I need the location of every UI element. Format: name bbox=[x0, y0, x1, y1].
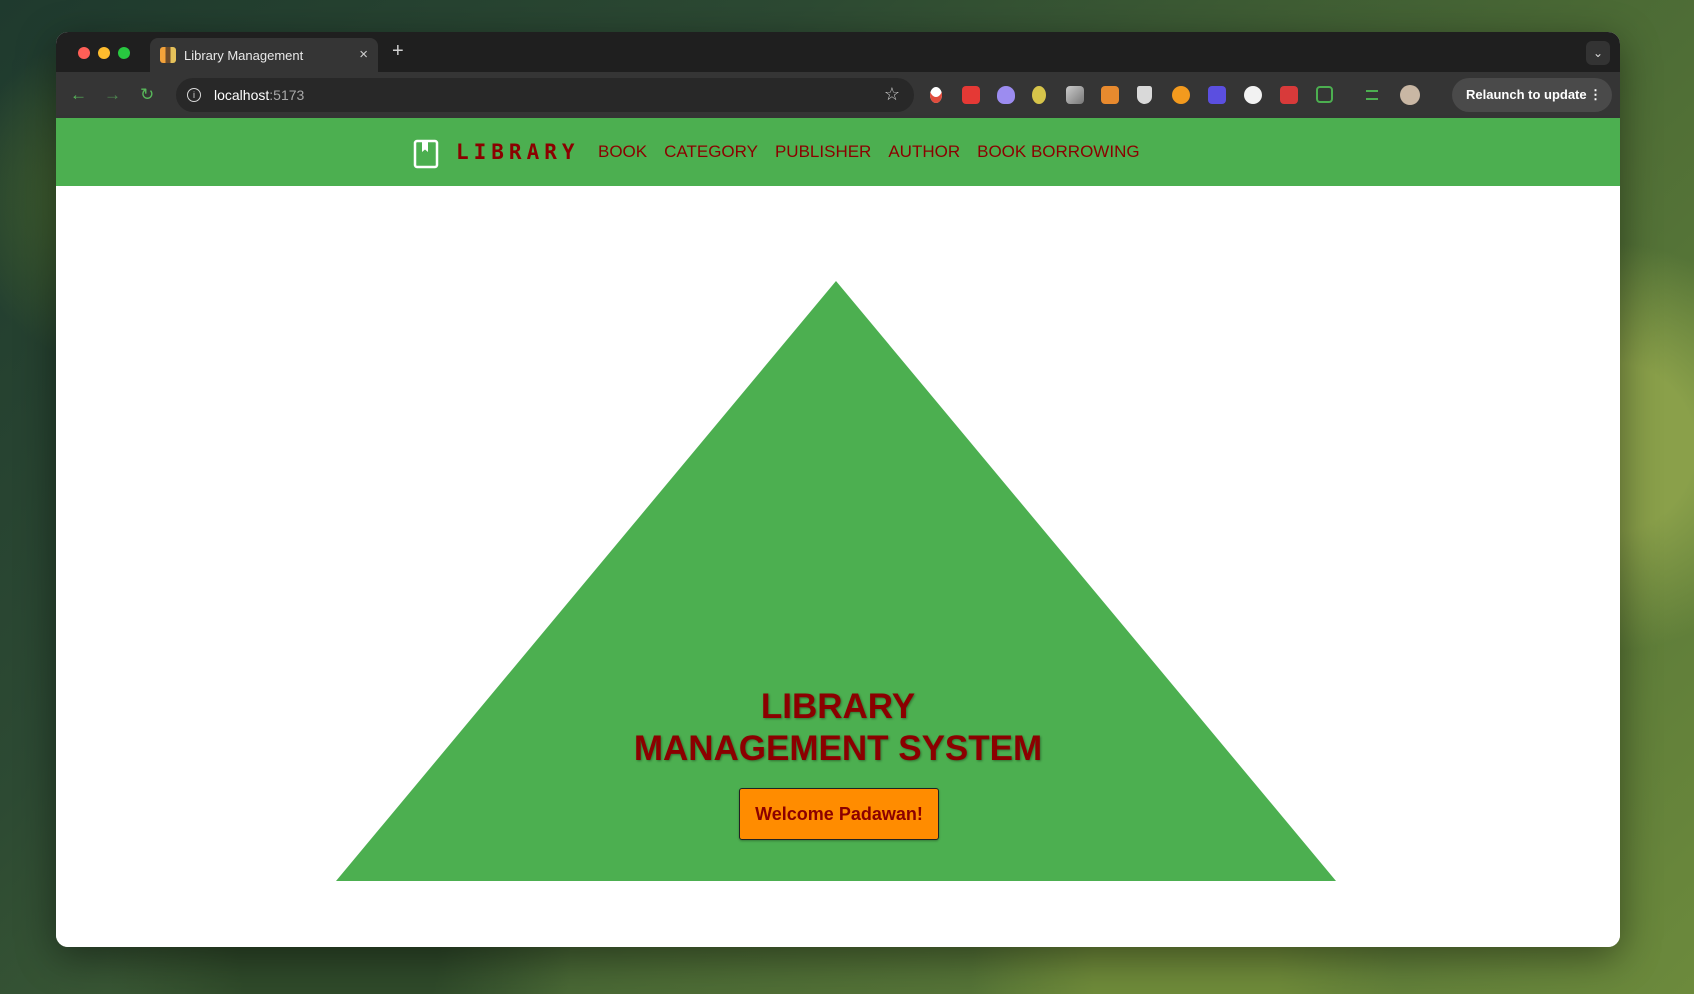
browser-toolbar: ← → ↻ i localhost:5173 ☆ Relaunch to upd… bbox=[56, 72, 1620, 118]
browser-window: Library Management × + ⌄ ← → ↻ i localho… bbox=[56, 32, 1620, 947]
app-navbar: LIBRARY BOOK CATEGORY PUBLISHER AUTHOR B… bbox=[56, 118, 1620, 186]
main-content: LIBRARY MANAGEMENT SYSTEM Welcome Padawa… bbox=[56, 186, 1620, 947]
browser-menu-icon[interactable]: ⋮ bbox=[1589, 78, 1602, 112]
nav-link-publisher[interactable]: PUBLISHER bbox=[775, 142, 871, 162]
extension-gray-icon[interactable] bbox=[1066, 86, 1084, 104]
address-port: :5173 bbox=[269, 87, 305, 103]
extension-orange-icon[interactable] bbox=[1172, 86, 1190, 104]
extension-purple-icon[interactable] bbox=[997, 86, 1015, 104]
logo-text[interactable]: LIBRARY bbox=[456, 140, 580, 164]
extension-red-icon[interactable] bbox=[962, 86, 980, 104]
extension-face-icon[interactable] bbox=[1244, 86, 1262, 104]
book-logo-icon[interactable] bbox=[413, 139, 439, 169]
reload-button[interactable]: ↻ bbox=[140, 85, 154, 105]
hero-title-line2: MANAGEMENT SYSTEM bbox=[633, 729, 1043, 768]
vpn-icon[interactable] bbox=[930, 87, 942, 103]
tab-close-icon[interactable]: × bbox=[359, 46, 368, 63]
metamask-icon[interactable] bbox=[1101, 86, 1119, 104]
tab-title: Library Management bbox=[184, 47, 304, 63]
hero-title: LIBRARY MANAGEMENT SYSTEM bbox=[56, 686, 1620, 770]
relaunch-button[interactable]: Relaunch to update ⋮ bbox=[1452, 78, 1612, 112]
shield-icon[interactable] bbox=[1137, 86, 1152, 104]
tab-search-button[interactable]: ⌄ bbox=[1586, 41, 1610, 65]
address-url[interactable]: localhost:5173 bbox=[214, 87, 304, 103]
puzzle-icon[interactable] bbox=[1316, 86, 1333, 103]
nav-link-category[interactable]: CATEGORY bbox=[664, 142, 758, 162]
new-tab-button[interactable]: + bbox=[392, 40, 404, 63]
address-bar[interactable]: i localhost:5173 ☆ bbox=[176, 78, 914, 112]
nav-link-book[interactable]: BOOK bbox=[598, 142, 647, 162]
relaunch-label: Relaunch to update bbox=[1466, 87, 1587, 102]
site-info-icon[interactable]: i bbox=[187, 88, 201, 102]
nav-links: BOOK CATEGORY PUBLISHER AUTHOR BOOK BORR… bbox=[598, 142, 1157, 162]
extension-red2-icon[interactable] bbox=[1280, 86, 1298, 104]
address-host: localhost bbox=[214, 87, 270, 103]
profile-avatar[interactable] bbox=[1400, 85, 1420, 105]
back-button[interactable]: ← bbox=[70, 85, 87, 105]
maximize-window-button[interactable] bbox=[118, 47, 130, 59]
nav-link-author[interactable]: AUTHOR bbox=[888, 142, 960, 162]
bookmark-star-icon[interactable]: ☆ bbox=[884, 84, 900, 105]
tab-library-management[interactable]: Library Management × bbox=[150, 38, 378, 72]
favicon-icon bbox=[160, 47, 176, 63]
playlist-icon[interactable] bbox=[1366, 90, 1378, 100]
welcome-button[interactable]: Welcome Padawan! bbox=[739, 788, 939, 840]
minimize-window-button[interactable] bbox=[98, 47, 110, 59]
close-window-button[interactable] bbox=[78, 47, 90, 59]
extension-bird-icon[interactable] bbox=[1032, 86, 1046, 104]
hero-title-line1: LIBRARY bbox=[760, 687, 916, 726]
forward-button[interactable]: → bbox=[104, 85, 121, 105]
extension-a-icon[interactable] bbox=[1208, 86, 1226, 104]
nav-link-book-borrowing[interactable]: BOOK BORROWING bbox=[977, 142, 1139, 162]
tab-bar: Library Management × + ⌄ bbox=[56, 32, 1620, 72]
